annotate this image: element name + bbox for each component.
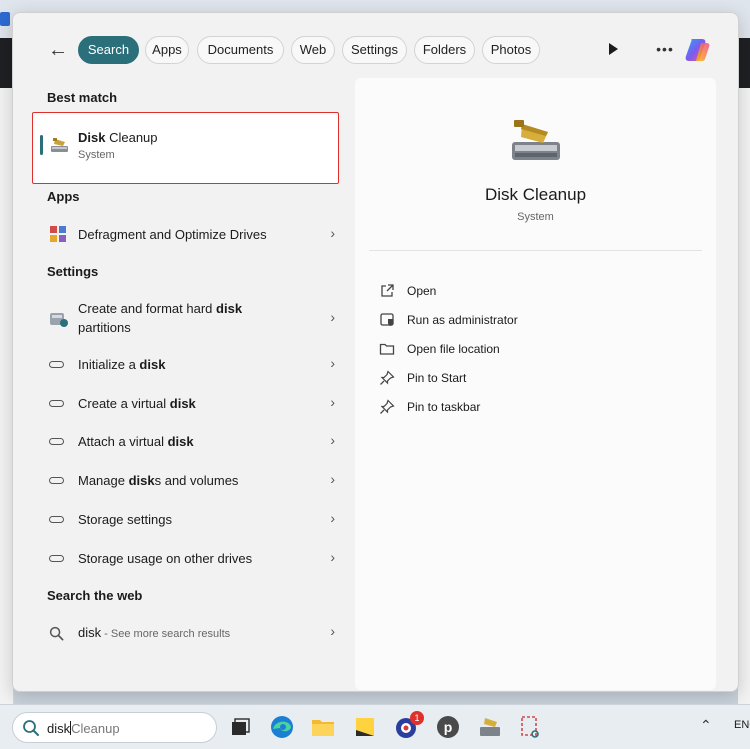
drive-icon (49, 516, 64, 523)
action-open[interactable]: Open (379, 281, 679, 303)
web-search-item[interactable]: disk - See more search results › (43, 623, 335, 645)
search-icon (49, 626, 64, 641)
chevron-right-icon: › (330, 623, 335, 639)
settings-item-label: Create and format hard disk partitions (78, 301, 243, 335)
chevron-right-icon: › (330, 355, 335, 371)
disk-management-icon (50, 313, 68, 327)
settings-item-label: Attach a virtual disk (78, 434, 194, 449)
tab-settings[interactable]: Settings (342, 36, 407, 64)
action-label: Pin to Start (407, 371, 467, 385)
language-indicator[interactable]: ENG (734, 719, 750, 731)
best-match-heading: Best match (47, 90, 118, 105)
action-label: Run as administrator (407, 313, 518, 327)
settings-item-storage-usage[interactable]: Storage usage on other drives › (43, 549, 335, 571)
taskbar: diskCleanup 1 p ⌃ ENG (0, 704, 750, 749)
open-external-icon (381, 284, 394, 297)
copilot-icon[interactable] (683, 35, 713, 65)
settings-item-create-virtual[interactable]: Create a virtual disk › (43, 394, 335, 416)
app-item-label: Defragment and Optimize Drives (78, 227, 267, 242)
disk-cleanup-icon (51, 138, 68, 152)
file-explorer-icon[interactable] (309, 713, 337, 741)
search-query-text: diskCleanup (47, 721, 120, 736)
background-window-right (738, 88, 750, 708)
chevron-right-icon: › (330, 471, 335, 487)
taskbar-search-box[interactable]: diskCleanup (12, 712, 217, 743)
play-icon[interactable] (605, 41, 621, 57)
filter-bar: ← Search Apps Documents Web Settings Fol… (13, 13, 740, 87)
snipping-tool-icon[interactable] (517, 713, 545, 741)
chevron-right-icon: › (330, 432, 335, 448)
tab-folders[interactable]: Folders (414, 36, 475, 64)
disk-cleanup-taskbar-icon[interactable] (476, 713, 504, 741)
settings-item-label: Manage disks and volumes (78, 473, 239, 488)
task-view-icon[interactable] (226, 713, 254, 741)
action-run-as-admin[interactable]: Run as administrator (379, 310, 679, 332)
shield-icon (380, 313, 394, 326)
action-pin-to-taskbar[interactable]: Pin to taskbar (379, 397, 679, 419)
settings-item-label: Create a virtual disk (78, 396, 196, 411)
preview-divider (369, 250, 702, 251)
preview-title: Disk Cleanup (484, 185, 587, 204)
drive-icon (49, 400, 64, 407)
chevron-right-icon: › (330, 394, 335, 410)
svg-text:p: p (444, 719, 453, 735)
p-app-icon[interactable]: p (434, 713, 462, 741)
search-panel: ← Search Apps Documents Web Settings Fol… (12, 12, 739, 692)
folder-icon (379, 343, 395, 355)
action-label: Open file location (407, 342, 500, 356)
chevron-right-icon: › (330, 309, 335, 325)
action-label: Pin to taskbar (407, 400, 481, 414)
preview-pane: Disk Cleanup System Open Run as administ… (355, 78, 716, 690)
tab-apps[interactable]: Apps (145, 36, 189, 64)
chevron-right-icon: › (330, 549, 335, 565)
settings-item-manage-disks[interactable]: Manage disks and volumes › (43, 471, 335, 493)
best-match-subtitle: System (78, 149, 115, 161)
settings-item-label: Storage settings (78, 512, 172, 527)
drive-icon (49, 361, 64, 368)
pin-icon (380, 399, 395, 414)
sticky-notes-icon[interactable] (351, 713, 379, 741)
tab-documents[interactable]: Documents (197, 36, 284, 64)
defrag-icon (50, 226, 66, 242)
selection-indicator (40, 135, 43, 155)
drive-icon (49, 477, 64, 484)
action-label: Open (407, 284, 437, 298)
notification-badge: 1 (410, 711, 424, 725)
pin-icon (380, 370, 395, 385)
settings-item-label: Initialize a disk (78, 357, 166, 372)
more-options-icon[interactable]: ••• (653, 39, 677, 59)
back-arrow-icon[interactable]: ← (47, 39, 69, 61)
best-match-disk-cleanup[interactable]: Disk Cleanup System (32, 112, 339, 184)
action-open-file-location[interactable]: Open file location (379, 339, 679, 361)
app-item-defragment[interactable]: Defragment and Optimize Drives › (43, 223, 335, 247)
preview-subtitle: System (517, 211, 554, 223)
drive-icon (49, 438, 64, 445)
settings-heading: Settings (47, 264, 99, 279)
settings-item-create-format[interactable]: Create and format hard disk partitions › (43, 299, 335, 339)
best-match-title: Disk Cleanup (78, 130, 158, 145)
drive-icon (49, 555, 64, 562)
edge-browser-icon[interactable] (268, 713, 296, 741)
settings-item-storage-settings[interactable]: Storage settings › (43, 510, 335, 532)
apps-heading: Apps (47, 189, 80, 204)
web-search-label: disk - See more search results (78, 625, 231, 640)
chevron-up-icon[interactable]: ⌃ (700, 717, 712, 734)
settings-item-label: Storage usage on other drives (78, 551, 253, 566)
action-pin-to-start[interactable]: Pin to Start (379, 368, 679, 390)
settings-item-initialize[interactable]: Initialize a disk › (43, 355, 335, 377)
disk-cleanup-icon (512, 120, 560, 160)
settings-item-attach-virtual[interactable]: Attach a virtual disk › (43, 432, 335, 454)
document-app-icon (0, 12, 10, 26)
tab-search[interactable]: Search (78, 36, 139, 64)
web-heading: Search the web (47, 588, 143, 603)
tab-photos[interactable]: Photos (482, 36, 540, 64)
chevron-right-icon: › (330, 510, 335, 526)
chevron-right-icon: › (330, 225, 335, 241)
tab-web[interactable]: Web (291, 36, 335, 64)
search-icon (23, 720, 39, 736)
